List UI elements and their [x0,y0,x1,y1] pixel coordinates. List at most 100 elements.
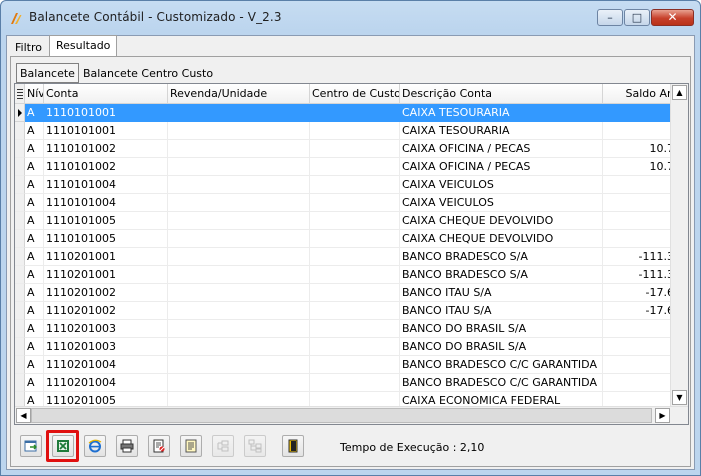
cell-descricao[interactable]: BANCO ITAU S/A [400,284,603,302]
row-indicator[interactable] [15,374,25,392]
table-row[interactable]: A 1110101004 CAIXA VEICULOS [15,194,677,212]
cell-niv[interactable]: A [25,194,44,212]
table-row[interactable]: A 1110201004 BANCO BRADESCO C/C GARANTIDA [15,356,677,374]
cell-conta[interactable]: 1110201001 [44,248,168,266]
cell-centro[interactable] [310,338,400,356]
cell-centro[interactable] [310,320,400,338]
row-indicator[interactable] [15,194,25,212]
cell-conta[interactable]: 1110101004 [44,176,168,194]
cell-conta[interactable]: 1110201002 [44,284,168,302]
row-indicator[interactable] [15,176,25,194]
print-button[interactable] [116,435,138,457]
cell-saldo[interactable] [603,230,677,248]
row-indicator[interactable] [15,104,25,122]
cell-niv[interactable]: A [25,338,44,356]
cell-conta[interactable]: 1110201002 [44,302,168,320]
cell-saldo[interactable] [603,338,677,356]
cell-saldo[interactable]: -17.6 [603,302,677,320]
cell-descricao[interactable]: BANCO BRADESCO C/C GARANTIDA [400,374,603,392]
cell-niv[interactable]: A [25,158,44,176]
table-row[interactable]: A 1110101002 CAIXA OFICINA / PECAS 10.7 [15,140,677,158]
collapse-button[interactable] [212,435,234,457]
cell-revenda[interactable] [168,302,310,320]
horizontal-scrollbar[interactable]: ◀ ▶ [15,406,688,424]
cell-niv[interactable]: A [25,176,44,194]
row-indicator[interactable] [15,122,25,140]
cell-revenda[interactable] [168,176,310,194]
cell-descricao[interactable]: CAIXA OFICINA / PECAS [400,140,603,158]
print-preview-button[interactable] [148,435,170,457]
cell-revenda[interactable] [168,194,310,212]
cell-descricao[interactable]: BANCO ITAU S/A [400,302,603,320]
column-header-niv[interactable]: Nív [25,84,44,103]
cell-centro[interactable] [310,158,400,176]
table-row[interactable]: A 1110201004 BANCO BRADESCO C/C GARANTIDA [15,374,677,392]
cell-niv[interactable]: A [25,320,44,338]
cell-centro[interactable] [310,212,400,230]
row-indicator[interactable] [15,302,25,320]
cell-saldo[interactable] [603,194,677,212]
row-indicator[interactable] [15,356,25,374]
cell-niv[interactable]: A [25,302,44,320]
cell-niv[interactable]: A [25,356,44,374]
export-button[interactable] [20,435,42,457]
cell-revenda[interactable] [168,212,310,230]
cell-descricao[interactable]: CAIXA TESOURARIA [400,122,603,140]
table-row[interactable]: A 1110201003 BANCO DO BRASIL S/A [15,320,677,338]
scroll-right-button[interactable]: ▶ [655,408,670,423]
cell-conta[interactable]: 1110101002 [44,158,168,176]
cell-revenda[interactable] [168,284,310,302]
cell-saldo[interactable]: -17.6 [603,284,677,302]
table-row[interactable]: A 1110101002 CAIXA OFICINA / PECAS 10.7 [15,158,677,176]
cell-conta[interactable]: 1110201003 [44,338,168,356]
results-grid[interactable]: Nív Conta Revenda/Unidade Centro de Cust… [14,83,689,425]
scroll-left-button[interactable]: ◀ [16,408,31,423]
cell-conta[interactable]: 1110101001 [44,104,168,122]
cell-centro[interactable] [310,284,400,302]
cell-centro[interactable] [310,356,400,374]
cell-saldo[interactable] [603,176,677,194]
cell-descricao[interactable]: CAIXA VEICULOS [400,194,603,212]
cell-descricao[interactable]: CAIXA CHEQUE DEVOLVIDO [400,212,603,230]
column-header-descricao-conta[interactable]: Descrição Conta [400,84,603,103]
row-indicator[interactable] [15,212,25,230]
cell-niv[interactable]: A [25,230,44,248]
cell-niv[interactable]: A [25,104,44,122]
cell-conta[interactable]: 1110201003 [44,320,168,338]
row-indicator[interactable] [15,158,25,176]
minimize-button[interactable]: – [597,9,623,26]
cell-conta[interactable]: 1110101005 [44,212,168,230]
cell-descricao[interactable]: CAIXA TESOURARIA [400,104,603,122]
cell-niv[interactable]: A [25,374,44,392]
cell-saldo[interactable]: 10.7 [603,140,677,158]
cell-revenda[interactable] [168,266,310,284]
cell-centro[interactable] [310,266,400,284]
cell-revenda[interactable] [168,356,310,374]
cell-centro[interactable] [310,194,400,212]
cell-conta[interactable]: 1110201004 [44,356,168,374]
cell-saldo[interactable]: -111.3 [603,248,677,266]
cell-revenda[interactable] [168,374,310,392]
column-chooser-button[interactable] [15,84,25,103]
row-indicator[interactable] [15,140,25,158]
cell-conta[interactable]: 1110101005 [44,230,168,248]
table-row[interactable]: A 1110201002 BANCO ITAU S/A -17.6 [15,302,677,320]
close-button[interactable]: ✕ [651,9,694,26]
table-row[interactable]: A 1110101001 CAIXA TESOURARIA [15,122,677,140]
row-indicator[interactable] [15,338,25,356]
cell-centro[interactable] [310,302,400,320]
table-row[interactable]: A 1110101001 CAIXA TESOURARIA [15,104,677,122]
vertical-scrollbar[interactable]: ▲ ▼ [670,84,688,407]
cell-saldo[interactable] [603,212,677,230]
cell-descricao[interactable]: CAIXA OFICINA / PECAS [400,158,603,176]
cell-revenda[interactable] [168,158,310,176]
cell-saldo[interactable] [603,104,677,122]
cell-revenda[interactable] [168,248,310,266]
cell-conta[interactable]: 1110101002 [44,140,168,158]
row-indicator[interactable] [15,266,25,284]
cell-conta[interactable]: 1110101004 [44,194,168,212]
row-indicator[interactable] [15,248,25,266]
exit-button[interactable] [282,435,304,457]
column-header-centro-de-custo[interactable]: Centro de Custo [310,84,400,103]
horizontal-scroll-thumb[interactable] [31,408,652,423]
